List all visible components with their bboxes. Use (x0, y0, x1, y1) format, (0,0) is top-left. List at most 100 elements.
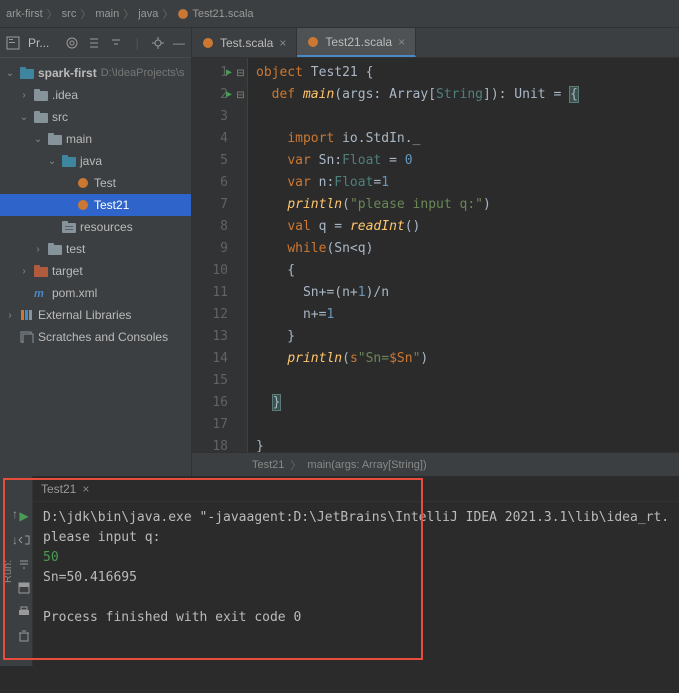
code-content[interactable]: object Test21 { def main(args: Array[Str… (248, 58, 679, 452)
tree-label: target (52, 264, 83, 278)
tree-file-test21[interactable]: Test21 (0, 194, 191, 216)
tab-test[interactable]: Test.scala × (192, 28, 297, 57)
tree-label: main (66, 132, 92, 146)
console-output[interactable]: D:\jdk\bin\java.exe "-javaagent:D:\JetBr… (33, 502, 679, 666)
tree-label: test (66, 242, 85, 256)
folder-icon (34, 88, 48, 102)
breadcrumb-item[interactable]: src (62, 8, 77, 20)
tree-root[interactable]: ⌄ spark-first D:\IdeaProjects\s (0, 62, 191, 84)
breadcrumb-separator: 〉 (123, 6, 134, 22)
project-sidebar: Pr... | — ⌄ spark-first D:\IdeaProjects\… (0, 28, 192, 476)
tab-test21[interactable]: Test21.scala × (297, 28, 416, 57)
down-icon[interactable] (16, 556, 32, 572)
run-tabs: Test21 × (33, 476, 679, 502)
gear-icon[interactable] (151, 35, 165, 51)
project-view-icon[interactable] (6, 35, 20, 51)
maven-icon: m (34, 286, 48, 300)
structure-breadcrumb: Test21 〉 main(args: Array[String]) (192, 452, 679, 476)
tree-label: Test21 (94, 198, 129, 212)
libraries-icon (20, 308, 34, 322)
project-folder-icon (20, 66, 34, 80)
svg-text:m: m (34, 288, 44, 299)
sidebar-toolbar: Pr... | — (0, 28, 191, 58)
project-label: Pr... (28, 36, 49, 50)
expand-all-icon[interactable] (87, 35, 101, 51)
tree-file-pom[interactable]: m pom.xml (0, 282, 191, 304)
run-tool-window: Run: ▶ Test21 × ↑ ↓ D:\jdk\bin\java.exe … (0, 476, 679, 666)
fold-minus-icon[interactable]: ⊟ (234, 62, 247, 84)
run-toolbar: ▶ (16, 476, 32, 666)
editor-tabs: Test.scala × Test21.scala × (192, 28, 679, 58)
close-icon[interactable]: × (82, 482, 89, 496)
structure-class[interactable]: Test21 (252, 459, 284, 471)
tree-path: D:\IdeaProjects\s (101, 67, 185, 79)
chevron-right-icon: › (32, 243, 44, 255)
chevron-right-icon: › (18, 265, 30, 277)
console-line: D:\jdk\bin\java.exe "-javaagent:D:\JetBr… (43, 510, 669, 525)
breadcrumb-file-label: Test21.scala (192, 8, 253, 20)
breadcrumb-item[interactable]: ark-first (6, 8, 43, 20)
source-folder-icon (62, 154, 76, 168)
console-user-input: 50 (43, 550, 59, 565)
scratches-icon (20, 330, 34, 344)
chevron-right-icon: › (4, 309, 16, 321)
collapse-all-icon[interactable] (109, 35, 123, 51)
tree-label: resources (80, 220, 133, 234)
fold-bar: ⊟ ⊟ (234, 58, 248, 452)
console-line: Sn=50.416695 (43, 570, 137, 585)
select-opened-icon[interactable] (65, 35, 79, 51)
breadcrumb: ark-first 〉 src 〉 main 〉 java 〉 Test21.s… (6, 6, 254, 22)
tree-folder-java[interactable]: ⌄ java (0, 150, 191, 172)
chevron-right-icon: › (18, 89, 30, 101)
tree-label: .idea (52, 88, 78, 102)
code-editor[interactable]: 1▶ 2▶ 3 4 5 6 7 8 9 10 11 12 13 14 15 16… (192, 58, 679, 452)
close-icon[interactable]: × (398, 35, 405, 49)
chevron-down-icon: ⌄ (46, 155, 58, 167)
chevron-down-icon: ⌄ (18, 111, 30, 123)
scala-object-icon (76, 176, 90, 190)
tree-label: src (52, 110, 68, 124)
run-gutter-icon[interactable]: ▶ (226, 84, 232, 106)
tab-label: Test21.scala (325, 35, 392, 49)
close-icon[interactable]: × (279, 36, 286, 50)
structure-method[interactable]: main(args: Array[String]) (307, 459, 426, 471)
tree-folder-resources[interactable]: resources (0, 216, 191, 238)
breadcrumb-item[interactable]: java (138, 8, 158, 20)
breadcrumb-item[interactable]: main (95, 8, 119, 20)
tree-label: Scratches and Consoles (38, 330, 168, 344)
trash-icon[interactable] (16, 628, 32, 644)
scala-file-icon (307, 36, 319, 48)
run-tool-label[interactable]: Run: (0, 476, 16, 666)
layout-icon[interactable] (16, 580, 32, 596)
divider-icon: | (131, 35, 143, 51)
tree-label: pom.xml (52, 286, 97, 300)
tree-folder-idea[interactable]: › .idea (0, 84, 191, 106)
folder-icon (34, 110, 48, 124)
chevron-down-icon: ⌄ (32, 133, 44, 145)
tree-external-libraries[interactable]: › External Libraries (0, 304, 191, 326)
tree-label: java (80, 154, 102, 168)
scala-object-icon (76, 198, 90, 212)
scala-file-icon (202, 37, 214, 49)
tree-folder-target[interactable]: › target (0, 260, 191, 282)
resources-folder-icon (62, 220, 76, 234)
structure-separator: 〉 (290, 457, 301, 473)
scala-file-icon (177, 8, 189, 20)
print-icon[interactable] (16, 604, 32, 620)
tree-folder-src[interactable]: ⌄ src (0, 106, 191, 128)
scroll-up-icon[interactable]: ↑ (7, 506, 23, 522)
line-gutter: 1▶ 2▶ 3 4 5 6 7 8 9 10 11 12 13 14 15 16… (192, 58, 234, 452)
tree-file-test[interactable]: Test (0, 172, 191, 194)
tree-scratches[interactable]: Scratches and Consoles (0, 326, 191, 348)
tab-label: Test.scala (220, 36, 273, 50)
scroll-down-icon[interactable]: ↓ (7, 532, 23, 548)
tree-folder-test[interactable]: › test (0, 238, 191, 260)
tree-folder-main[interactable]: ⌄ main (0, 128, 191, 150)
console-line: Process finished with exit code 0 (43, 610, 301, 625)
breadcrumb-file[interactable]: Test21.scala (177, 8, 253, 20)
fold-minus-icon[interactable]: ⊟ (234, 84, 247, 106)
run-tab[interactable]: Test21 (41, 482, 76, 496)
run-gutter-icon[interactable]: ▶ (226, 62, 232, 84)
hide-icon[interactable]: — (173, 35, 185, 51)
folder-icon (48, 242, 62, 256)
